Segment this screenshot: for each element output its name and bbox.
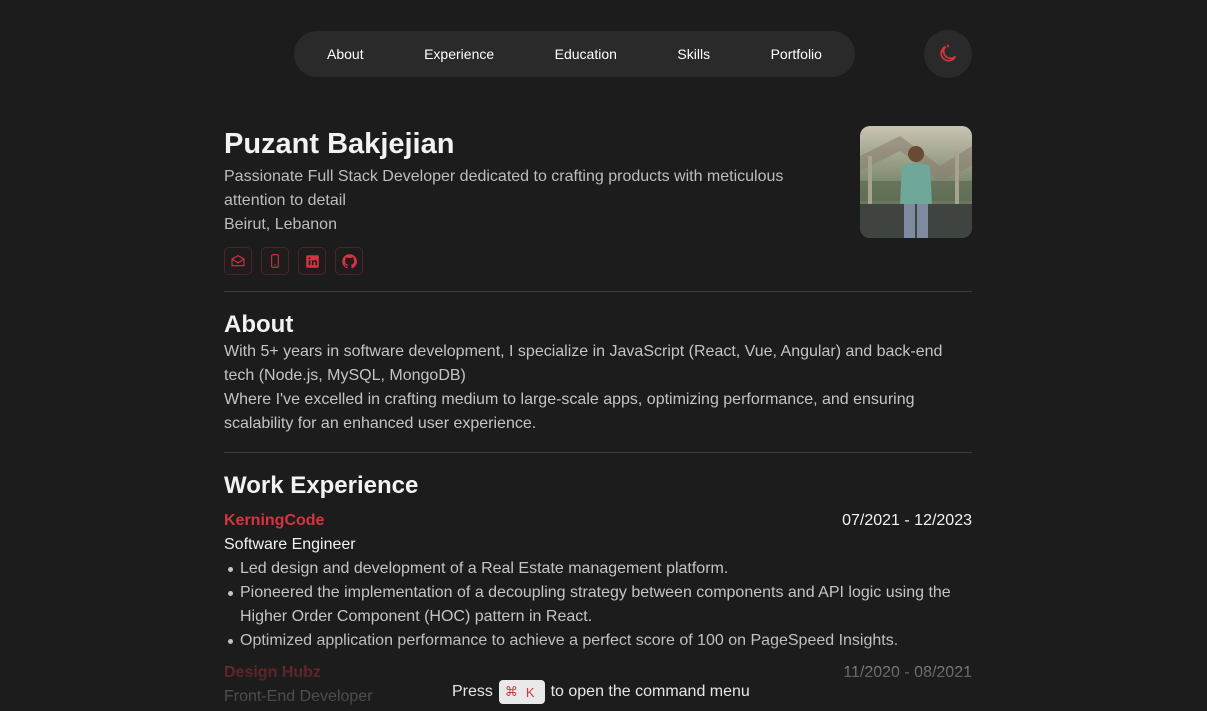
- section-divider: [224, 452, 972, 453]
- hint-suffix: to open the command menu: [550, 683, 750, 700]
- command-k-shortcut[interactable]: ⌘ K: [498, 680, 545, 704]
- profile-tagline: Passionate Full Stack Developer dedicate…: [224, 168, 784, 209]
- section-divider: [224, 291, 972, 292]
- nav-education[interactable]: Education: [555, 46, 617, 62]
- job-dates: 11/2020 - 08/2021: [843, 664, 972, 681]
- hint-prefix: Press: [452, 683, 493, 700]
- github-icon: [341, 253, 357, 268]
- list-item: Pioneered the implementation of a decoup…: [224, 581, 964, 629]
- profile-location: Beirut, Lebanon: [224, 216, 337, 233]
- mail-icon: [231, 255, 245, 267]
- job-role: Front-End Developer: [224, 688, 373, 705]
- linkedin-button[interactable]: [298, 247, 326, 275]
- profile-name: Puzant Bakjejian: [224, 128, 455, 160]
- command-key-icon: ⌘: [504, 684, 518, 699]
- social-links: [224, 247, 363, 275]
- k-key: K: [525, 684, 535, 700]
- phone-icon: [271, 254, 279, 268]
- about-text-1: With 5+ years in software development, I…: [224, 343, 943, 384]
- list-item: Optimized application performance to ach…: [224, 629, 964, 653]
- job-dates: 07/2021 - 12/2023: [842, 512, 972, 529]
- phone-button[interactable]: [261, 247, 289, 275]
- linkedin-icon: [305, 254, 319, 268]
- company-name: KerningCode: [224, 512, 325, 529]
- moon-sun-icon: [940, 44, 957, 62]
- resume-page: About Experience Education Skills Portfo…: [0, 0, 1207, 711]
- company-name: Design Hubz: [224, 664, 321, 681]
- about-text-2: Where I've excelled in crafting medium t…: [224, 391, 915, 432]
- theme-toggle-button[interactable]: [924, 30, 972, 78]
- command-menu-hint: Press ⌘ K to open the command menu: [452, 679, 750, 705]
- github-button[interactable]: [335, 247, 363, 275]
- nav-skills[interactable]: Skills: [677, 46, 710, 62]
- profile-photo: [860, 126, 972, 238]
- nav-about[interactable]: About: [327, 46, 364, 62]
- job-bullets: Led design and development of a Real Est…: [224, 557, 964, 653]
- nav-experience[interactable]: Experience: [424, 46, 494, 62]
- job-role: Software Engineer: [224, 536, 356, 553]
- list-item: Led design and development of a Real Est…: [224, 557, 964, 581]
- top-nav: About Experience Education Skills Portfo…: [294, 31, 855, 77]
- nav-portfolio[interactable]: Portfolio: [771, 46, 822, 62]
- experience-title: Work Experience: [224, 472, 419, 499]
- email-button[interactable]: [224, 247, 252, 275]
- about-title: About: [224, 311, 294, 338]
